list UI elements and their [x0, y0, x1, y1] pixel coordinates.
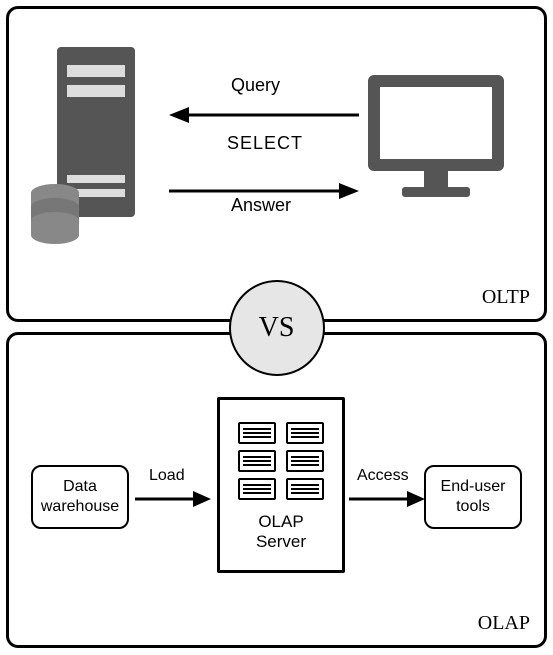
rack-icon	[286, 450, 324, 472]
olap-label: OLAP	[478, 612, 530, 635]
oltp-label: OLTP	[482, 286, 530, 309]
data-warehouse-box: Data warehouse	[31, 465, 129, 529]
query-arrow-icon	[169, 105, 359, 125]
computer-monitor-icon	[366, 73, 506, 201]
rack-icon	[286, 478, 324, 500]
diagram-canvas: Query SELECT Answer OLTP Data warehouse …	[0, 0, 553, 655]
oltp-panel: Query SELECT Answer OLTP	[6, 6, 547, 322]
rack-icon	[238, 450, 276, 472]
answer-label: Answer	[231, 195, 291, 216]
rack-icon	[286, 422, 324, 444]
rack-icon	[238, 422, 276, 444]
query-label: Query	[231, 75, 280, 96]
vs-circle: VS	[229, 280, 325, 376]
olap-panel: Data warehouse OLAP Server End-user tool…	[6, 332, 547, 648]
end-user-tools-box: End-user tools	[424, 465, 522, 529]
end-user-tools-label: End-user tools	[441, 477, 506, 517]
database-disks-icon	[29, 183, 81, 245]
olap-server-box: OLAP Server	[217, 397, 345, 573]
access-label: Access	[357, 467, 409, 485]
olap-server-label: OLAP Server	[256, 512, 306, 553]
data-warehouse-label: Data warehouse	[41, 477, 119, 517]
load-arrow-icon	[135, 489, 211, 509]
server-rack-icons	[238, 422, 324, 500]
select-label: SELECT	[227, 133, 303, 154]
rack-icon	[238, 478, 276, 500]
load-label: Load	[149, 467, 185, 485]
vs-label: VS	[259, 312, 295, 344]
access-arrow-icon	[349, 489, 425, 509]
